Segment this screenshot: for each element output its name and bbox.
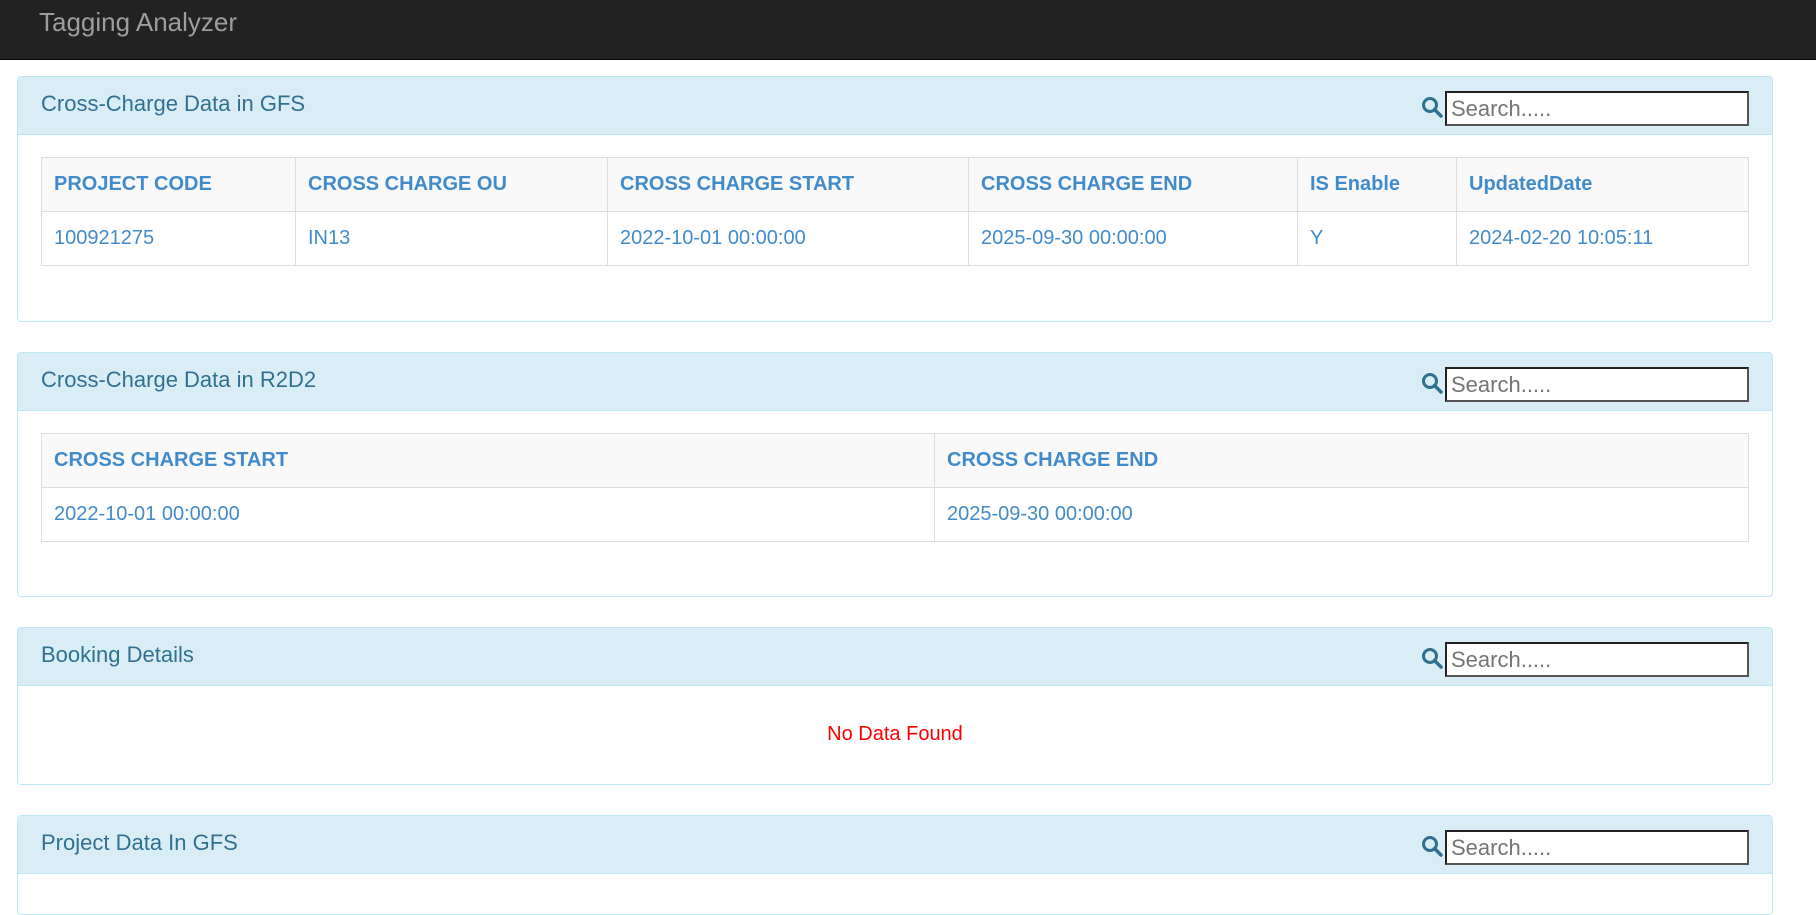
panel-title: Cross-Charge Data in R2D2 [41,367,317,392]
column-header-updated-date[interactable]: UpdatedDate [1456,157,1749,212]
cell-cross-charge-end: 2025-09-30 00:00:00 [934,487,1749,542]
panel-heading: Cross-Charge Data in GFS [18,77,1772,135]
column-header-is-enable[interactable]: IS Enable [1297,157,1457,212]
panel-body: PROJECT CODE CROSS CHARGE OU CROSS CHARG… [18,135,1772,288]
cell-updated-date: 2024-02-20 10:05:11 [1456,211,1749,266]
search-input[interactable] [1445,91,1749,126]
column-header-cross-charge-ou[interactable]: CROSS CHARGE OU [295,157,608,212]
table-header-row: PROJECT CODE CROSS CHARGE OU CROSS CHARG… [41,157,1749,212]
table-row: 100921275 IN13 2022-10-01 00:00:00 2025-… [41,211,1749,266]
cell-cross-charge-start: 2022-10-01 00:00:00 [41,487,935,542]
column-header-cross-charge-start[interactable]: CROSS CHARGE START [607,157,969,212]
cell-cross-charge-start: 2022-10-01 00:00:00 [607,211,969,266]
search-input[interactable] [1445,642,1749,677]
panel-body: CROSS CHARGE START CROSS CHARGE END 2022… [18,411,1772,564]
cross-charge-gfs-table: PROJECT CODE CROSS CHARGE OU CROSS CHARG… [41,157,1749,266]
panel-project-data-gfs: Project Data In GFS [17,815,1773,915]
search-input[interactable] [1445,367,1749,402]
column-header-cross-charge-start[interactable]: CROSS CHARGE START [41,433,935,488]
search-input[interactable] [1445,830,1749,865]
cell-project-code: 100921275 [41,211,296,266]
panel-title: Cross-Charge Data in GFS [41,91,306,116]
cross-charge-r2d2-table: CROSS CHARGE START CROSS CHARGE END 2022… [41,433,1749,542]
panel-booking-details: Booking Details No Data Found [17,627,1773,785]
panel-cross-charge-gfs: Cross-Charge Data in GFS PROJECT CODE CR… [17,76,1773,322]
column-header-project-code[interactable]: PROJECT CODE [41,157,296,212]
cell-cross-charge-ou: IN13 [295,211,608,266]
panel-heading: Booking Details [18,628,1772,686]
search-icon [1422,373,1443,394]
search-icon [1422,97,1443,118]
top-navbar: Tagging Analyzer [0,0,1816,60]
panel-heading: Cross-Charge Data in R2D2 [18,353,1772,411]
search-icon [1422,648,1443,669]
cell-is-enable: Y [1297,211,1457,266]
column-header-cross-charge-end[interactable]: CROSS CHARGE END [934,433,1749,488]
panel-title: Project Data In GFS [41,830,238,855]
panel-cross-charge-r2d2: Cross-Charge Data in R2D2 CROSS CHARGE S… [17,352,1773,597]
table-row: 2022-10-01 00:00:00 2025-09-30 00:00:00 [41,487,1749,542]
panel-title: Booking Details [41,642,194,667]
empty-state-message: No Data Found [827,723,963,745]
cell-cross-charge-end: 2025-09-30 00:00:00 [968,211,1298,266]
panel-heading: Project Data In GFS [18,816,1772,874]
column-header-cross-charge-end[interactable]: CROSS CHARGE END [968,157,1298,212]
table-header-row: CROSS CHARGE START CROSS CHARGE END [41,433,1749,488]
app-brand[interactable]: Tagging Analyzer [39,7,237,37]
